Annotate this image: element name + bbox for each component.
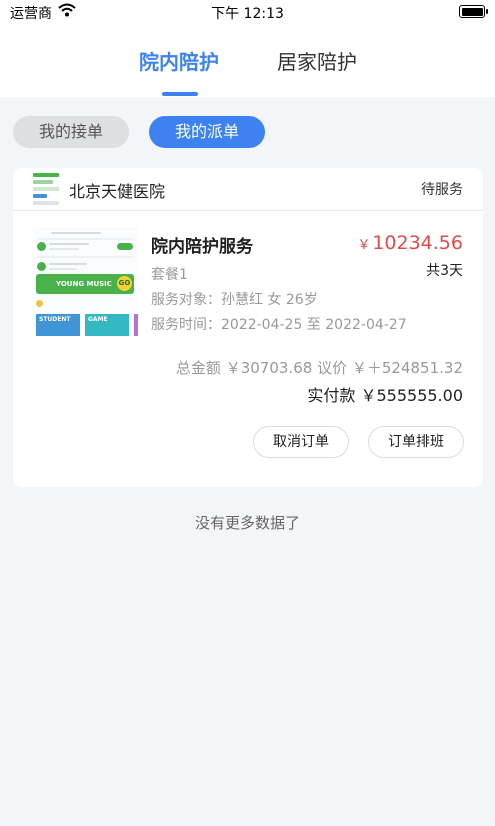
order-card[interactable]: 北京天健医院 待服务 YOUNG MUSIC GO STUDENT GAME 院… bbox=[13, 168, 483, 487]
top-tab-bar: 院内陪护 居家陪护 bbox=[0, 24, 495, 97]
banner-text: YOUNG MUSIC bbox=[56, 280, 112, 288]
paid-value: ￥555555.00 bbox=[360, 386, 463, 405]
paid-amount: 实付款 ￥555555.00 bbox=[307, 382, 463, 406]
total-label: 总金额 bbox=[175, 359, 221, 377]
hospital-logo-icon bbox=[33, 171, 61, 205]
clock: 下午 12:13 bbox=[211, 6, 284, 22]
service-thumbnail: YOUNG MUSIC GO STUDENT GAME bbox=[33, 226, 138, 336]
battery-tip bbox=[486, 9, 488, 14]
sub-tab-bar: 我的接单 我的派单 bbox=[0, 116, 495, 148]
service-package: 套餐1 bbox=[151, 267, 188, 283]
no-more-data-label: 没有更多数据了 bbox=[194, 514, 300, 532]
tab-my-dispatched[interactable]: 我的派单 bbox=[149, 116, 265, 148]
price-value: 10234.56 bbox=[372, 232, 463, 254]
total-value: ￥30703.68 bbox=[225, 359, 313, 377]
tab-my-accepted[interactable]: 我的接单 bbox=[13, 116, 129, 148]
hospital-name: 北京天健医院 bbox=[69, 182, 166, 201]
service-title: 院内陪护服务 bbox=[151, 237, 253, 257]
go-badge: GO bbox=[117, 276, 132, 291]
order-status-badge: 待服务 bbox=[421, 182, 463, 198]
negotiated-label: 议价 bbox=[317, 359, 348, 377]
service-days: 共3天 bbox=[426, 263, 463, 279]
tab-home-care[interactable]: 居家陪护 bbox=[277, 46, 357, 75]
service-price: ￥ 10234.56 bbox=[357, 232, 463, 254]
service-time: 服务时间：2022-04-25 至 2022-04-27 bbox=[151, 317, 407, 333]
tab-indicator bbox=[162, 92, 198, 96]
service-target: 服务对象：孙慧红 女 26岁 bbox=[151, 292, 318, 308]
schedule-order-button[interactable]: 订单排班 bbox=[368, 426, 464, 458]
tab-in-hospital[interactable]: 院内陪护 bbox=[139, 46, 219, 75]
paid-label: 实付款 bbox=[307, 386, 356, 405]
order-totals: 总金额 ￥30703.68 议价 ￥＋524851.32 bbox=[176, 357, 463, 378]
battery-icon bbox=[459, 5, 485, 18]
order-card-header: 北京天健医院 待服务 bbox=[13, 168, 483, 211]
negotiated-value: ￥＋524851.32 bbox=[351, 359, 463, 377]
status-bar: 运营商 下午 12:13 bbox=[0, 0, 495, 24]
cancel-order-button[interactable]: 取消订单 bbox=[253, 426, 349, 458]
game-tile: GAME bbox=[85, 314, 129, 336]
student-tile: STUDENT bbox=[36, 314, 80, 336]
music-banner: YOUNG MUSIC GO bbox=[36, 274, 134, 294]
price-currency: ￥ bbox=[357, 238, 371, 253]
